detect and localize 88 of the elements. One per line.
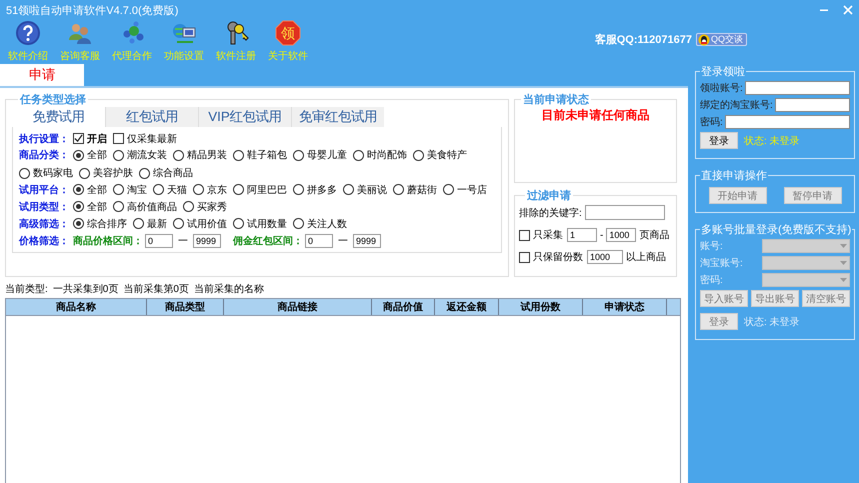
status-text: 一共采集到0页 [52, 282, 118, 296]
field-label: 密码: [700, 274, 724, 287]
tab[interactable]: 免审红包试用 [291, 107, 384, 127]
status-message: 目前未申请任何商品 [542, 107, 650, 124]
login-status: 状态: 未登录 [744, 134, 800, 148]
radio-label: 美食特产 [427, 148, 467, 162]
toolbar-button[interactable]: 领 关于软件 [262, 20, 314, 63]
tab[interactable]: 申请 [0, 64, 84, 86]
group-title: 多账号批量登录(免费版不支持) [700, 223, 852, 237]
range-label: 佣金红包区间： [233, 234, 303, 248]
radio-label: 潮流女装 [127, 148, 167, 162]
radio-label: 蘑菇街 [407, 184, 437, 196]
range-separator: - [600, 230, 604, 240]
qq-chat-button[interactable]: QQ交谈 [696, 33, 747, 46]
radio-label: 阿里巴巴 [247, 184, 287, 196]
group-title: 登录领啦 [700, 65, 746, 79]
radio-label: 时尚配饰 [367, 148, 407, 162]
field-label: 绑定的淘宝账号: [700, 98, 773, 112]
status-text: 当前采集的名称 [194, 282, 264, 296]
octagon-icon: 领 [275, 20, 301, 46]
column-header[interactable]: 商品链接 [224, 299, 372, 315]
group-title: 过滤申请 [526, 188, 572, 203]
checkbox-label: 仅采集最新 [127, 132, 177, 146]
radio-label: 综合排序 [87, 218, 127, 230]
range-label: 商品价格区间： [73, 234, 143, 248]
radio-label: 综合商品 [153, 166, 193, 180]
field-label: 领啦账号: [700, 82, 743, 95]
radio-label: 全部 [87, 184, 107, 196]
status-text: 当前类型: [5, 282, 48, 296]
row-label: 执行设置： [19, 132, 70, 146]
group-title: 当前申请状态 [522, 92, 590, 107]
radio-label: 天猫 [167, 184, 187, 196]
support-contact: 客服QQ:112071677 [594, 32, 692, 47]
radio-label: 数码家电 [33, 166, 73, 180]
checkbox-label: 只采集 [533, 228, 563, 242]
radio-label: 一号店 [457, 184, 487, 196]
status-text: 当前采集第0页 [123, 282, 189, 296]
field-label: 密码: [700, 116, 723, 129]
radio-label: 全部 [87, 200, 107, 214]
column-header[interactable]: 申请状态 [583, 299, 667, 315]
tab[interactable]: 红包试用 [105, 107, 198, 127]
radio-label: 京东 [207, 184, 227, 196]
window-title: 51领啦自动申请软件V4.7.0(免费版) [6, 4, 180, 18]
radio-label: 关注人数 [307, 218, 347, 230]
row-label: 试用类型： [19, 200, 70, 214]
radio-label: 美丽说 [357, 184, 387, 196]
login-status: 状态: 未登录 [744, 316, 800, 328]
column-header[interactable]: 返还金额 [435, 299, 499, 315]
tab[interactable]: VIP红包试用 [198, 107, 291, 127]
column-header[interactable]: 商品价值 [372, 299, 435, 315]
field-suffix: 页商品 [639, 228, 670, 242]
field-label: 排除的关键字: [519, 206, 582, 220]
checkbox-label: 只保留份数 [533, 251, 583, 264]
row-label: 价格筛选： [19, 234, 70, 248]
login-button[interactable]: 登录 [700, 132, 738, 149]
number-field[interactable]: 9999 [353, 234, 381, 248]
radio-label: 母婴儿童 [307, 148, 347, 162]
group-title: 直接申请操作 [700, 168, 768, 183]
number-field[interactable]: 0 [305, 234, 333, 248]
radio-label: 鞋子箱包 [247, 148, 287, 162]
field-suffix: 以上商品 [626, 250, 666, 264]
number-field[interactable]: 0 [145, 234, 173, 248]
radio-label: 试用数量 [247, 218, 287, 230]
number-field[interactable]: 1 [567, 228, 597, 242]
radio-label: 最新 [147, 218, 167, 230]
radio-label: 买家秀 [197, 200, 227, 214]
radio-label: 高价值商品 [127, 200, 177, 214]
range-separator: 一 [178, 234, 188, 248]
radio-label: 全部 [87, 148, 107, 162]
checkbox-label: 开启 [87, 132, 107, 146]
number-field[interactable]: 1000 [587, 250, 623, 264]
radio-label: 拼多多 [307, 184, 337, 196]
field-label: 淘宝账号: [700, 256, 744, 270]
radio-label: 试用价值 [187, 218, 227, 230]
row-label: 高级筛选： [19, 217, 70, 230]
field-label: 账号: [700, 240, 724, 253]
group-title: 任务类型选择 [18, 92, 87, 107]
radio-label: 精品男装 [187, 148, 227, 162]
column-header[interactable]: 商品类型 [147, 299, 224, 315]
number-field[interactable]: 1000 [606, 228, 636, 242]
number-field[interactable]: 9999 [193, 234, 221, 248]
radio-label: 淘宝 [127, 184, 147, 196]
radio-label: 美容护肤 [93, 166, 133, 180]
row-label: 商品分类： [19, 148, 70, 162]
column-header[interactable]: 试用份数 [499, 299, 583, 315]
row-label: 试用平台： [19, 184, 70, 196]
range-separator: 一 [338, 234, 348, 248]
column-header[interactable]: 商品名称 [6, 299, 147, 315]
